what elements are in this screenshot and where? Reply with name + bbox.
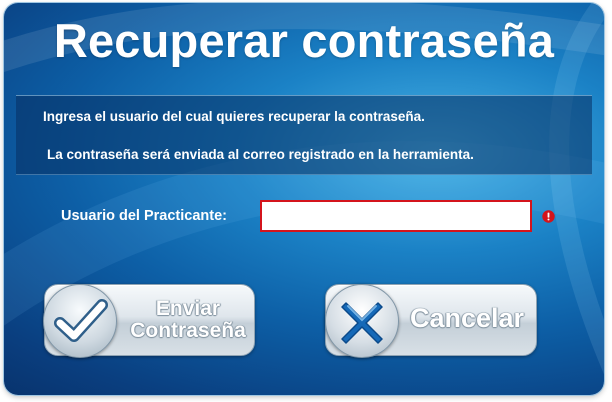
info-panel: Ingresa el usuario del cual quieres recu… [16,95,592,175]
dialog-title: Recuperar contraseña [53,14,555,67]
cancel-button-icon-circle [325,284,399,358]
send-button-label-line-1: Enviar [155,297,221,320]
x-icon [341,302,383,344]
send-password-button[interactable]: Enviar Contraseña [43,284,255,358]
cancel-button[interactable]: Cancelar [325,284,537,358]
recover-password-dialog: Recuperar contraseña Ingresa el usuario … [4,3,604,395]
send-button-icon-circle [43,284,117,358]
username-label: Usuario del Practicante: [61,208,227,224]
checkmark-icon [54,299,108,342]
username-input[interactable] [260,200,532,232]
error-icon [542,210,555,223]
send-button-label-line-2: Contraseña [130,319,246,342]
info-text-instructions: Ingresa el usuario del cual quieres recu… [43,109,425,124]
info-text-email-notice: La contraseña será enviada al correo reg… [47,147,474,162]
cancel-button-label: Cancelar [410,303,525,333]
send-button-label: Enviar Contraseña [123,298,253,341]
